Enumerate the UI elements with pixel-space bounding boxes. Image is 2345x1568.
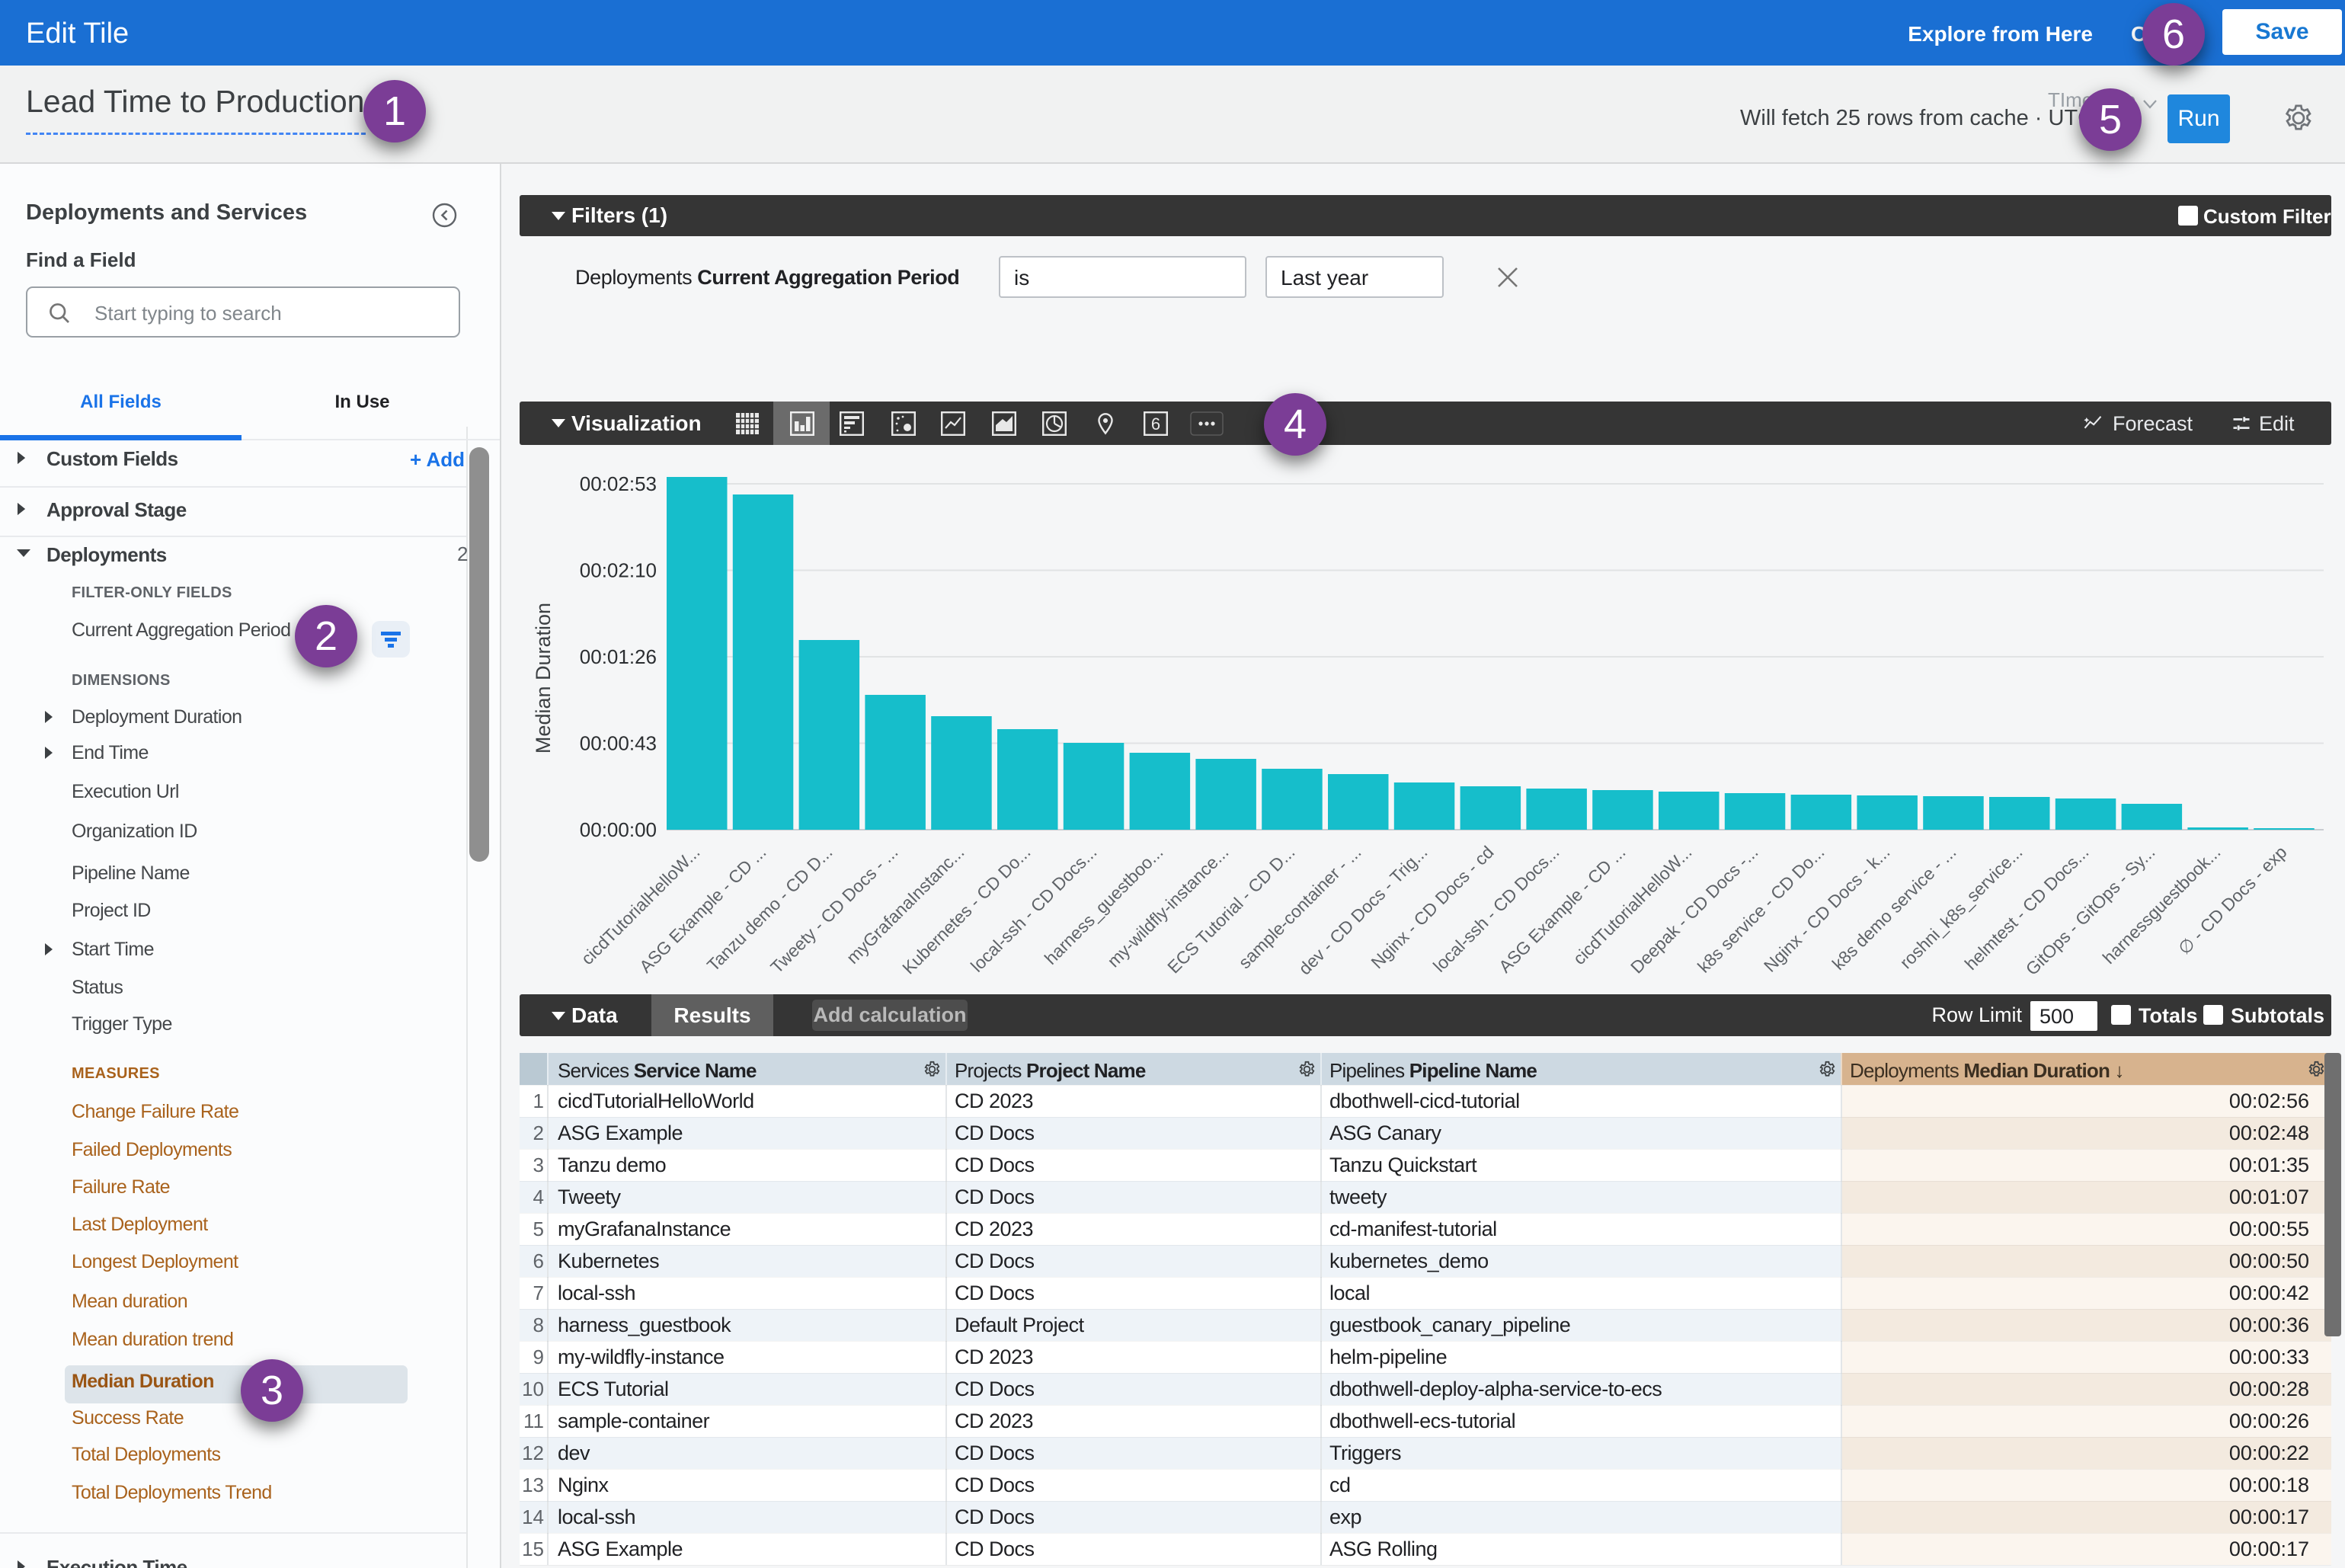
svg-text:Deepak - CD Docs -...: Deepak - CD Docs -... xyxy=(1627,842,1761,977)
svg-text:k8s demo service - ...: k8s demo service - ... xyxy=(1828,842,1960,974)
svg-text:local-ssh - CD Docs...: local-ssh - CD Docs... xyxy=(967,842,1101,976)
svg-text:local-ssh - CD Docs...: local-ssh - CD Docs... xyxy=(1429,842,1563,976)
svg-text:cicdTutorialHelloW...: cicdTutorialHelloW... xyxy=(577,842,704,968)
svg-text:sample-container - ...: sample-container - ... xyxy=(1234,842,1364,972)
svg-text:00:02:10: 00:02:10 xyxy=(580,559,657,582)
svg-text:00:02:53: 00:02:53 xyxy=(580,472,657,495)
svg-text:00:00:43: 00:00:43 xyxy=(580,732,657,755)
svg-text:helmtest - CD Docs...: helmtest - CD Docs... xyxy=(1961,842,2093,974)
svg-text:ASG Example - CD ...: ASG Example - CD ... xyxy=(635,842,770,977)
svg-text:6: 6 xyxy=(1151,414,1160,434)
svg-text:myGrafanaInstanc...: myGrafanaInstanc... xyxy=(843,842,968,968)
svg-text:harnessguestbook...: harnessguestbook... xyxy=(2099,842,2225,968)
svg-text:Tanzu demo - CD D...: Tanzu demo - CD D... xyxy=(703,842,837,975)
svg-text:GitOps - GitOps - Sy...: GitOps - GitOps - Sy... xyxy=(2022,842,2159,979)
svg-text:Nginx - CD Docs - k...: Nginx - CD Docs - k... xyxy=(1760,842,1894,976)
svg-text:Nginx - CD Docs - cd: Nginx - CD Docs - cd xyxy=(1367,842,1497,972)
svg-text:Median Duration: Median Duration xyxy=(532,603,555,754)
svg-text:00:00:00: 00:00:00 xyxy=(580,818,657,841)
svg-text:Tweety - CD Docs - ...: Tweety - CD Docs - ... xyxy=(766,842,901,977)
svg-text:dev - CD Docs - Trig...: dev - CD Docs - Trig... xyxy=(1294,842,1431,978)
svg-text:harness_guestboo...: harness_guestboo... xyxy=(1041,842,1167,968)
svg-text:ECS Tutorial - CD D...: ECS Tutorial - CD D... xyxy=(1163,842,1298,977)
svg-text:k8s service - CD Do...: k8s service - CD Do... xyxy=(1694,842,1828,977)
svg-text:∅ - CD Docs - exp: ∅ - CD Docs - exp xyxy=(2174,842,2291,958)
svg-text:Kubernetes - CD Do...: Kubernetes - CD Do... xyxy=(898,842,1034,978)
svg-text:00:01:26: 00:01:26 xyxy=(580,645,657,668)
svg-text:roshni_k8s_service...: roshni_k8s_service... xyxy=(1896,842,2026,972)
svg-text:my-wildfly-instance...: my-wildfly-instance... xyxy=(1103,842,1232,971)
svg-text:cicdTutorialHelloW...: cicdTutorialHelloW... xyxy=(1569,842,1696,968)
svg-text:ASG Example - CD ...: ASG Example - CD ... xyxy=(1495,842,1630,977)
